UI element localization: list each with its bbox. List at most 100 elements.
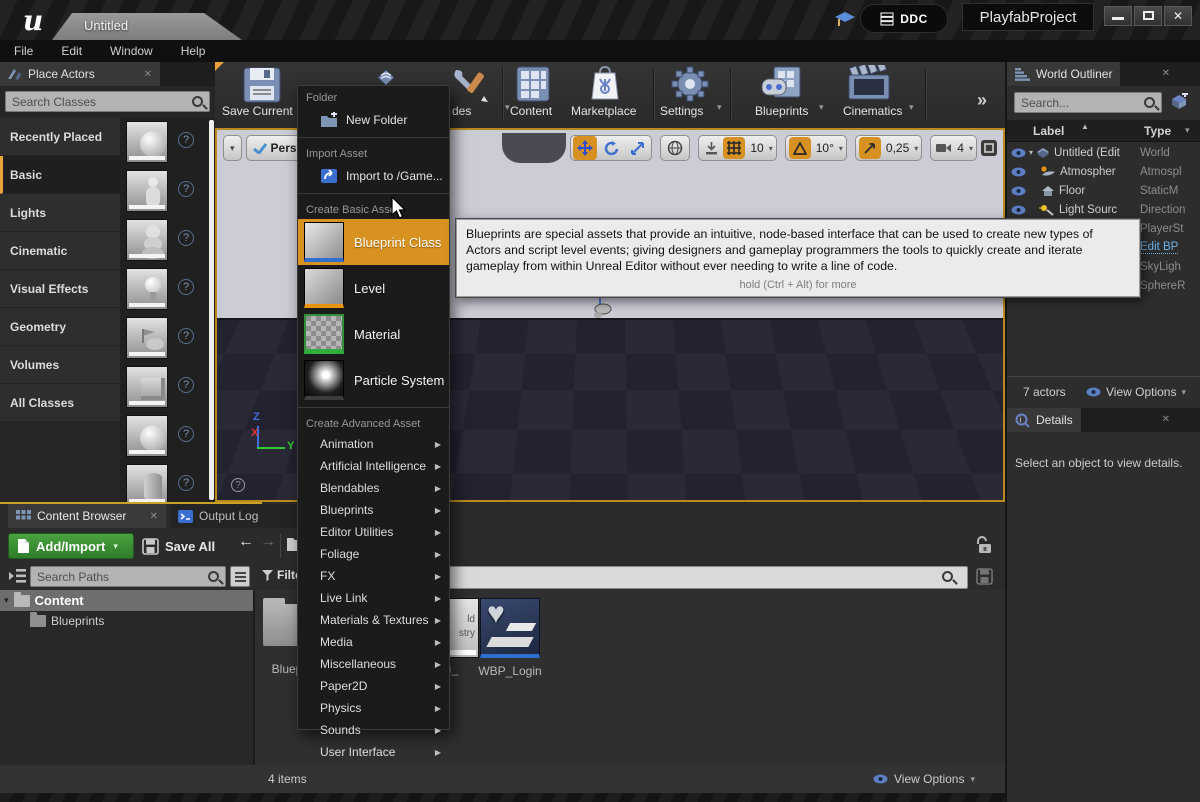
- outliner-view-options-button[interactable]: View Options ▾: [1086, 385, 1186, 399]
- scale-snap-caret-icon[interactable]: ▾: [914, 144, 918, 153]
- modes-icon[interactable]: [448, 64, 496, 106]
- menu-edit[interactable]: Edit: [47, 40, 96, 62]
- close-button[interactable]: ✕: [1164, 6, 1192, 26]
- category-geometry[interactable]: Geometry: [0, 308, 120, 346]
- rotate-tool-button[interactable]: [599, 136, 623, 160]
- column-label[interactable]: Label: [1033, 124, 1064, 138]
- menu-item-material[interactable]: Material: [298, 311, 449, 357]
- save-all-button[interactable]: Save All: [142, 533, 215, 559]
- blueprints-caret-icon[interactable]: ▾: [819, 102, 824, 113]
- grid-snap-value[interactable]: 10: [748, 141, 765, 155]
- ddc-button[interactable]: DDC: [860, 4, 948, 33]
- content-browser-tab[interactable]: Content Browser ✕: [8, 504, 166, 528]
- outliner-add-icon[interactable]: [1169, 93, 1189, 111]
- menu-item-level[interactable]: Level: [298, 265, 449, 311]
- marketplace-button[interactable]: Marketplace: [571, 104, 636, 118]
- content-browser-close-icon[interactable]: ✕: [150, 511, 158, 522]
- category-lights[interactable]: Lights: [0, 194, 120, 232]
- menu-item-fx[interactable]: FX▶: [298, 565, 449, 587]
- grid-snap-toggle[interactable]: [723, 137, 745, 159]
- menu-item-user-interface[interactable]: User Interface▶: [298, 741, 449, 763]
- asset-wbp-login[interactable]: ♥: [480, 598, 540, 658]
- surface-snap-button[interactable]: [702, 139, 720, 157]
- viewport-options-button[interactable]: ▾: [223, 135, 242, 161]
- visibility-eye-icon[interactable]: [1011, 148, 1026, 158]
- rotation-snap-value[interactable]: 10°: [814, 141, 836, 155]
- rotation-snap-caret-icon[interactable]: ▾: [839, 144, 843, 153]
- rotation-snap-toggle[interactable]: [789, 137, 811, 159]
- place-actors-tab[interactable]: Place Actors ✕: [0, 62, 160, 86]
- actor-thumb-empty-pawn[interactable]: ?: [120, 216, 215, 265]
- place-actors-close-icon[interactable]: ✕: [144, 69, 152, 80]
- help-icon[interactable]: ?: [178, 230, 194, 246]
- category-volumes[interactable]: Volumes: [0, 346, 120, 384]
- actor-thumb-empty-character[interactable]: ?: [120, 167, 215, 216]
- help-icon[interactable]: ?: [178, 279, 194, 295]
- forward-button[interactable]: →: [260, 533, 276, 551]
- help-icon[interactable]: ?: [178, 475, 194, 491]
- menu-item-artificial-intelligence[interactable]: Artificial Intelligence▶: [298, 455, 449, 477]
- camera-speed-value[interactable]: 4: [955, 141, 966, 155]
- world-outliner-close-icon[interactable]: ✕: [1162, 68, 1170, 79]
- actor-thumb-player-start[interactable]: ?: [120, 314, 215, 363]
- help-icon[interactable]: ?: [178, 181, 194, 197]
- settings-button[interactable]: Settings: [660, 104, 703, 118]
- menu-item-blendables[interactable]: Blendables▶: [298, 477, 449, 499]
- menu-help[interactable]: Help: [167, 40, 220, 62]
- search-classes-box[interactable]: [5, 91, 210, 112]
- menu-item-particle-system[interactable]: Particle System: [298, 357, 449, 403]
- menu-item-blueprint-class[interactable]: Blueprint Class: [298, 219, 449, 265]
- world-local-toggle[interactable]: [660, 135, 690, 161]
- save-filter-icon[interactable]: [976, 568, 993, 585]
- search-paths-box[interactable]: [30, 566, 226, 587]
- search-paths-input[interactable]: [31, 570, 208, 584]
- visibility-eye-icon[interactable]: [1011, 186, 1026, 196]
- tree-expand-caret-icon[interactable]: ▾: [4, 595, 9, 606]
- category-recently-placed[interactable]: Recently Placed: [0, 118, 120, 156]
- place-actors-scrollbar[interactable]: [209, 120, 214, 500]
- tutorial-cap-icon[interactable]: [834, 10, 856, 30]
- help-icon[interactable]: ?: [178, 426, 194, 442]
- scale-snap-value[interactable]: 0,25: [884, 141, 911, 155]
- scale-tool-button[interactable]: [625, 136, 649, 160]
- minimize-button[interactable]: [1104, 6, 1132, 26]
- menu-item-live-link[interactable]: Live Link▶: [298, 587, 449, 609]
- world-outliner-tab[interactable]: World Outliner: [1007, 62, 1120, 86]
- menu-item-physics[interactable]: Physics▶: [298, 697, 449, 719]
- category-basic[interactable]: Basic: [0, 156, 120, 194]
- actor-thumb-cube[interactable]: ?: [120, 363, 215, 412]
- maximize-viewport-button[interactable]: [981, 140, 997, 156]
- save-current-button[interactable]: Save Current: [222, 104, 293, 118]
- outliner-row-atmosphere[interactable]: AtmospherAtmospl: [1007, 162, 1200, 181]
- cb-view-options-button[interactable]: View Options ▾: [873, 772, 975, 786]
- menu-file[interactable]: File: [0, 40, 47, 62]
- category-cinematic[interactable]: Cinematic: [0, 232, 120, 270]
- menu-item-new-folder[interactable]: New Folder: [298, 107, 449, 133]
- visibility-eye-icon[interactable]: [1011, 167, 1026, 177]
- blueprints-button[interactable]: Blueprints: [755, 104, 808, 118]
- menu-item-paper2d[interactable]: Paper2D▶: [298, 675, 449, 697]
- outliner-search-box[interactable]: [1014, 92, 1162, 113]
- modes-label-fragment[interactable]: des: [452, 104, 471, 118]
- content-button[interactable]: Content: [510, 104, 552, 118]
- add-import-button[interactable]: Add/Import ▾: [8, 533, 134, 559]
- menu-item-media[interactable]: Media▶: [298, 631, 449, 653]
- outliner-row-world[interactable]: ▾ Untitled (EditWorld: [1007, 143, 1200, 162]
- menu-item-animation[interactable]: Animation▶: [298, 433, 449, 455]
- edit-bp-link[interactable]: Edit BP: [1140, 241, 1178, 254]
- outliner-row-light-source[interactable]: Light SourcDirection: [1007, 200, 1200, 219]
- menu-item-miscellaneous[interactable]: Miscellaneous▶: [298, 653, 449, 675]
- menu-item-import[interactable]: Import to /Game...: [298, 163, 449, 189]
- outliner-search-input[interactable]: [1015, 96, 1144, 110]
- toolbar-overflow-button[interactable]: »: [977, 90, 987, 111]
- actor-thumb-point-light[interactable]: ?: [120, 265, 215, 314]
- lock-icon[interactable]: [975, 535, 994, 555]
- source-control-icon[interactable]: [363, 67, 409, 87]
- maximize-button[interactable]: [1134, 6, 1162, 26]
- back-button[interactable]: ←: [238, 533, 254, 551]
- actor-thumb-empty-actor[interactable]: ?: [120, 118, 215, 167]
- expand-caret-icon[interactable]: ▾: [1029, 148, 1033, 157]
- menu-item-blueprints[interactable]: Blueprints▶: [298, 499, 449, 521]
- modes-caret-icon[interactable]: ▾: [505, 102, 510, 113]
- camera-speed-icon[interactable]: [934, 139, 952, 157]
